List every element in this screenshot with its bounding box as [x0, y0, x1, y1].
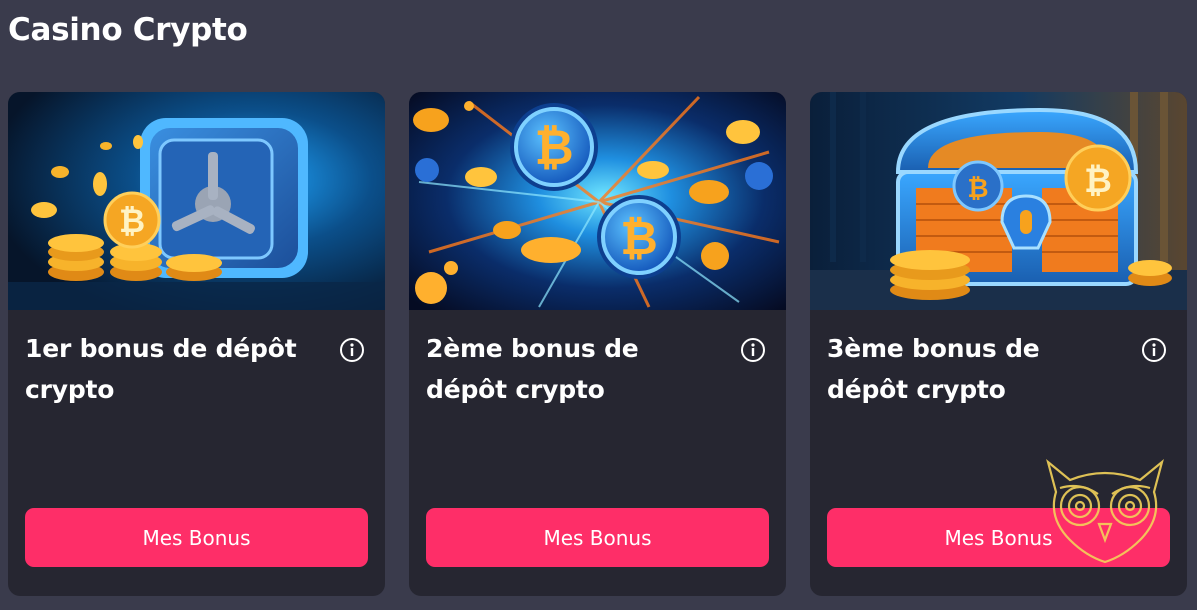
treasure-chest-image: ₿ ₿	[810, 92, 1187, 310]
card-title: 3ème bonus de dépôt crypto	[827, 334, 1040, 404]
mes-bonus-button[interactable]: Mes Bonus	[426, 508, 769, 567]
safe-coins-image: ₿	[8, 92, 385, 310]
info-icon[interactable]	[1141, 337, 1167, 363]
section-title: Casino Crypto	[8, 12, 248, 48]
bonus-card-2: ₿ ₿ 2ème bonus de dépôt crypto Mes Bonus	[409, 92, 786, 596]
bonus-card-3: ₿ ₿ 3ème bonus de dépôt crypto Mes Bonus	[810, 92, 1187, 596]
card-title: 1er bonus de dépôt crypto	[25, 334, 297, 404]
info-icon[interactable]	[339, 337, 365, 363]
svg-text:₿: ₿	[967, 174, 988, 204]
bonus-card-list: ₿ 1er bonus de dépôt crypto Mes Bonus ₿ …	[8, 92, 1187, 596]
svg-text:₿: ₿	[620, 211, 658, 265]
mes-bonus-button[interactable]: Mes Bonus	[25, 508, 368, 567]
mes-bonus-button[interactable]: Mes Bonus	[827, 508, 1170, 567]
card-title: 2ème bonus de dépôt crypto	[426, 334, 639, 404]
svg-text:₿: ₿	[119, 202, 145, 240]
info-icon[interactable]	[740, 337, 766, 363]
page: Casino Crypto ₿ 1er bonus de dépôt crypt…	[0, 0, 1197, 610]
svg-text:₿: ₿	[534, 120, 573, 176]
bonus-card-1: ₿ 1er bonus de dépôt crypto Mes Bonus	[8, 92, 385, 596]
bitcoin-burst-image: ₿ ₿	[409, 92, 786, 310]
svg-text:₿: ₿	[1084, 161, 1112, 201]
